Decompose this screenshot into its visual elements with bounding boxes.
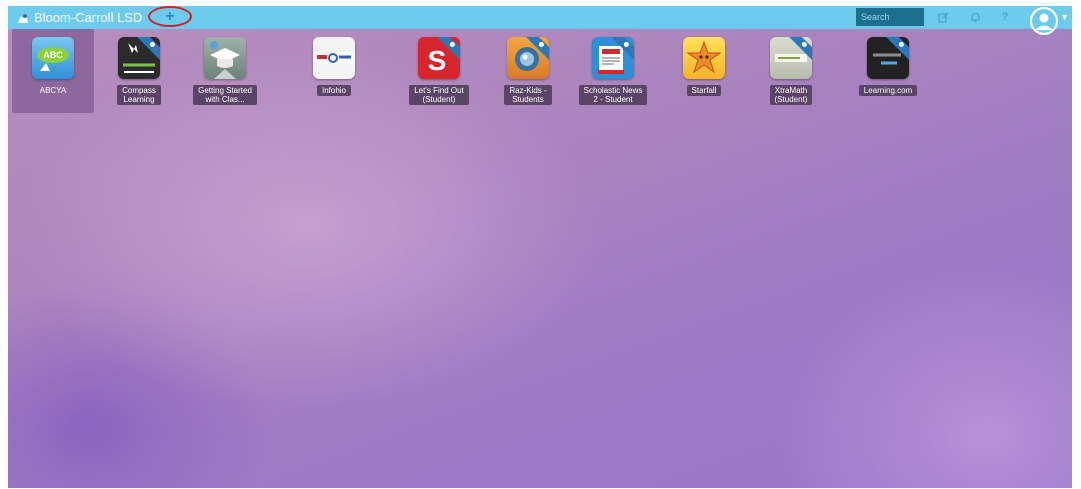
app-label: Learning.com	[858, 85, 918, 96]
graduation-cap-icon	[204, 37, 246, 79]
app-label: Let's Find Out (Student)	[409, 85, 469, 105]
district-brand[interactable]: Bloom-Carroll LSD	[16, 10, 142, 25]
app-tile-compass-learning[interactable]: Compass Learning	[98, 29, 180, 113]
app-tile-getting-started[interactable]: Getting Started with Clas...	[184, 29, 266, 113]
app-label: XtraMath (Student)	[769, 85, 813, 105]
bell-icon[interactable]	[968, 10, 982, 24]
compass-learning-icon	[118, 37, 160, 79]
app-label: Scholastic News 2 - Student	[578, 85, 648, 105]
district-logo-icon	[18, 12, 28, 23]
app-label: ABCYA	[39, 86, 67, 95]
app-label: Infohio	[316, 85, 352, 96]
app-tile-xtramath[interactable]: XtraMath (Student)	[750, 29, 832, 113]
app-tile-scholastic-news[interactable]: Scholastic News 2 - Student	[572, 29, 654, 113]
app-label: Compass Learning	[117, 85, 161, 105]
top-bar: Bloom-Carroll LSD + ? ▼	[8, 6, 1072, 35]
app-label: Getting Started with Clas...	[193, 85, 257, 105]
annotation-circle: +	[148, 6, 192, 27]
app-tile-lets-find-out[interactable]: S Let's Find Out (Student)	[398, 29, 480, 113]
avatar[interactable]	[1030, 7, 1058, 35]
infohio-icon	[313, 37, 355, 79]
chevron-down-icon[interactable]: ▼	[1060, 12, 1069, 22]
svg-text:ABC: ABC	[43, 50, 63, 60]
app-tile-raz-kids[interactable]: Raz-Kids - Students	[487, 29, 569, 113]
add-button[interactable]: +	[165, 8, 174, 25]
user-icon	[1032, 9, 1056, 33]
app-label: Raz-Kids - Students	[504, 85, 552, 105]
app-tile-learning-com[interactable]: Learning.com	[847, 29, 929, 113]
district-name: Bloom-Carroll LSD	[34, 10, 143, 25]
app-tile-abcya[interactable]: ABC ABCYA	[12, 29, 94, 113]
abcya-icon: ABC	[32, 37, 74, 79]
help-icon[interactable]: ?	[998, 10, 1012, 24]
app-label: Starfall	[686, 85, 722, 96]
learning-com-icon	[867, 37, 909, 79]
app-tile-starfall[interactable]: Starfall	[663, 29, 745, 113]
starfall-icon	[683, 37, 725, 79]
xtramath-icon	[770, 37, 812, 79]
search-input[interactable]	[856, 8, 924, 26]
app-tile-infohio[interactable]: Infohio	[293, 29, 375, 113]
svg-text:S: S	[428, 45, 447, 76]
scholastic-news-icon	[592, 37, 634, 79]
raz-kids-icon	[507, 37, 549, 79]
edit-icon[interactable]	[936, 10, 950, 24]
scholastic-s-icon: S	[418, 37, 460, 79]
app-launcher-window: Bloom-Carroll LSD + ? ▼ ABC ABCYA	[8, 6, 1072, 488]
